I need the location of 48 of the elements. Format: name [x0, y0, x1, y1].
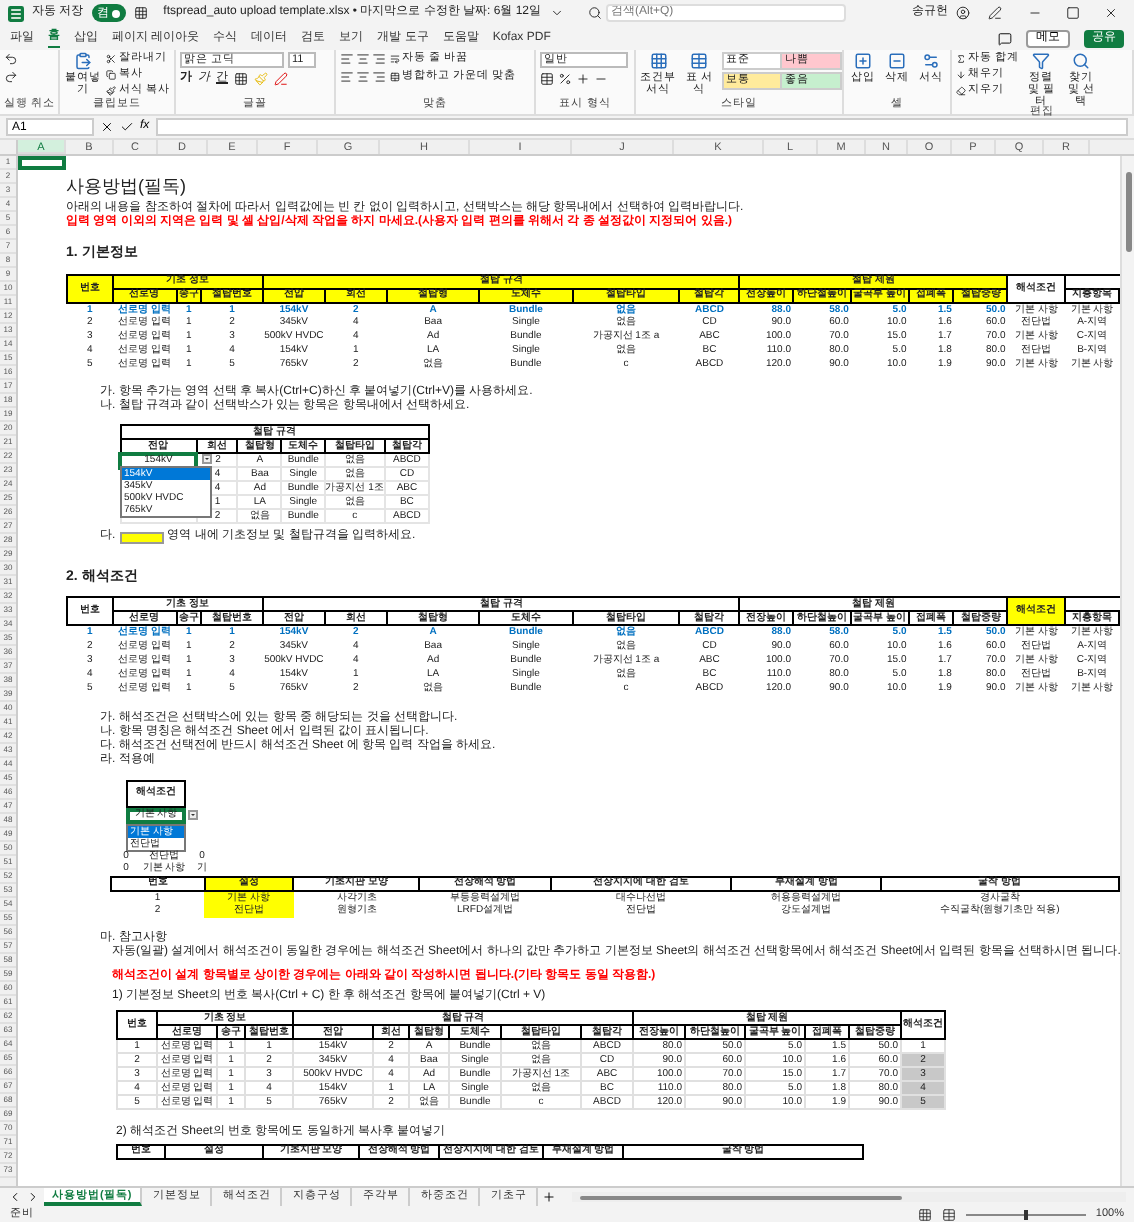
maximize-icon [1066, 6, 1080, 21]
wrap-text-icon [390, 54, 400, 65]
arrow-down-icon [956, 70, 966, 81]
close-icon [1104, 6, 1118, 21]
delete-icon [888, 51, 906, 70]
grid-icon [649, 51, 668, 70]
input-area-swatch [119, 531, 164, 544]
formula-input[interactable] [155, 117, 1128, 136]
insert-icon [854, 51, 872, 70]
paste-icon [74, 51, 93, 70]
search-icon [1072, 51, 1091, 70]
active-cell [18, 155, 66, 170]
table-icon [690, 51, 709, 70]
align-center-icon [356, 69, 370, 84]
filter-icon [1032, 51, 1051, 70]
zoom-slider-thumb[interactable] [1023, 1209, 1028, 1220]
percent-icon [558, 71, 572, 86]
undo-icon [4, 51, 18, 66]
align-left-icon [340, 69, 354, 84]
align-right-icon [372, 69, 386, 84]
dropdown-arrow-icon[interactable] [202, 454, 212, 465]
comment-icon [998, 31, 1012, 46]
scroll-left-icon [8, 1190, 22, 1205]
paintbrush-icon [106, 86, 117, 97]
sigma-icon [956, 54, 966, 65]
chevron-down-icon [549, 6, 564, 21]
search-icon [587, 6, 602, 21]
horizontal-scrollbar[interactable] [571, 1192, 1126, 1203]
merge-cells-icon [390, 72, 400, 83]
normal-view-icon [917, 1207, 932, 1222]
font-color-icon [274, 71, 288, 86]
pen-icon [988, 6, 1002, 21]
fill-color-icon [254, 71, 268, 86]
check-icon [120, 119, 134, 134]
eraser-icon [956, 86, 966, 97]
vertical-scrollbar[interactable] [1120, 155, 1134, 1187]
settings-icon [922, 51, 940, 70]
copy-icon [106, 70, 117, 81]
spreadsheet-logo-icon [8, 5, 24, 22]
cancel-icon [100, 119, 114, 134]
border-icon [234, 71, 248, 86]
page-title: 사용방법(필독) [66, 173, 188, 200]
page-layout-icon [941, 1207, 956, 1222]
scroll-right-icon [26, 1190, 40, 1205]
add-sheet-icon [541, 1190, 556, 1205]
avatar-icon [956, 6, 970, 21]
dropdown-arrow-icon[interactable] [188, 809, 198, 820]
redo-icon [4, 69, 18, 84]
